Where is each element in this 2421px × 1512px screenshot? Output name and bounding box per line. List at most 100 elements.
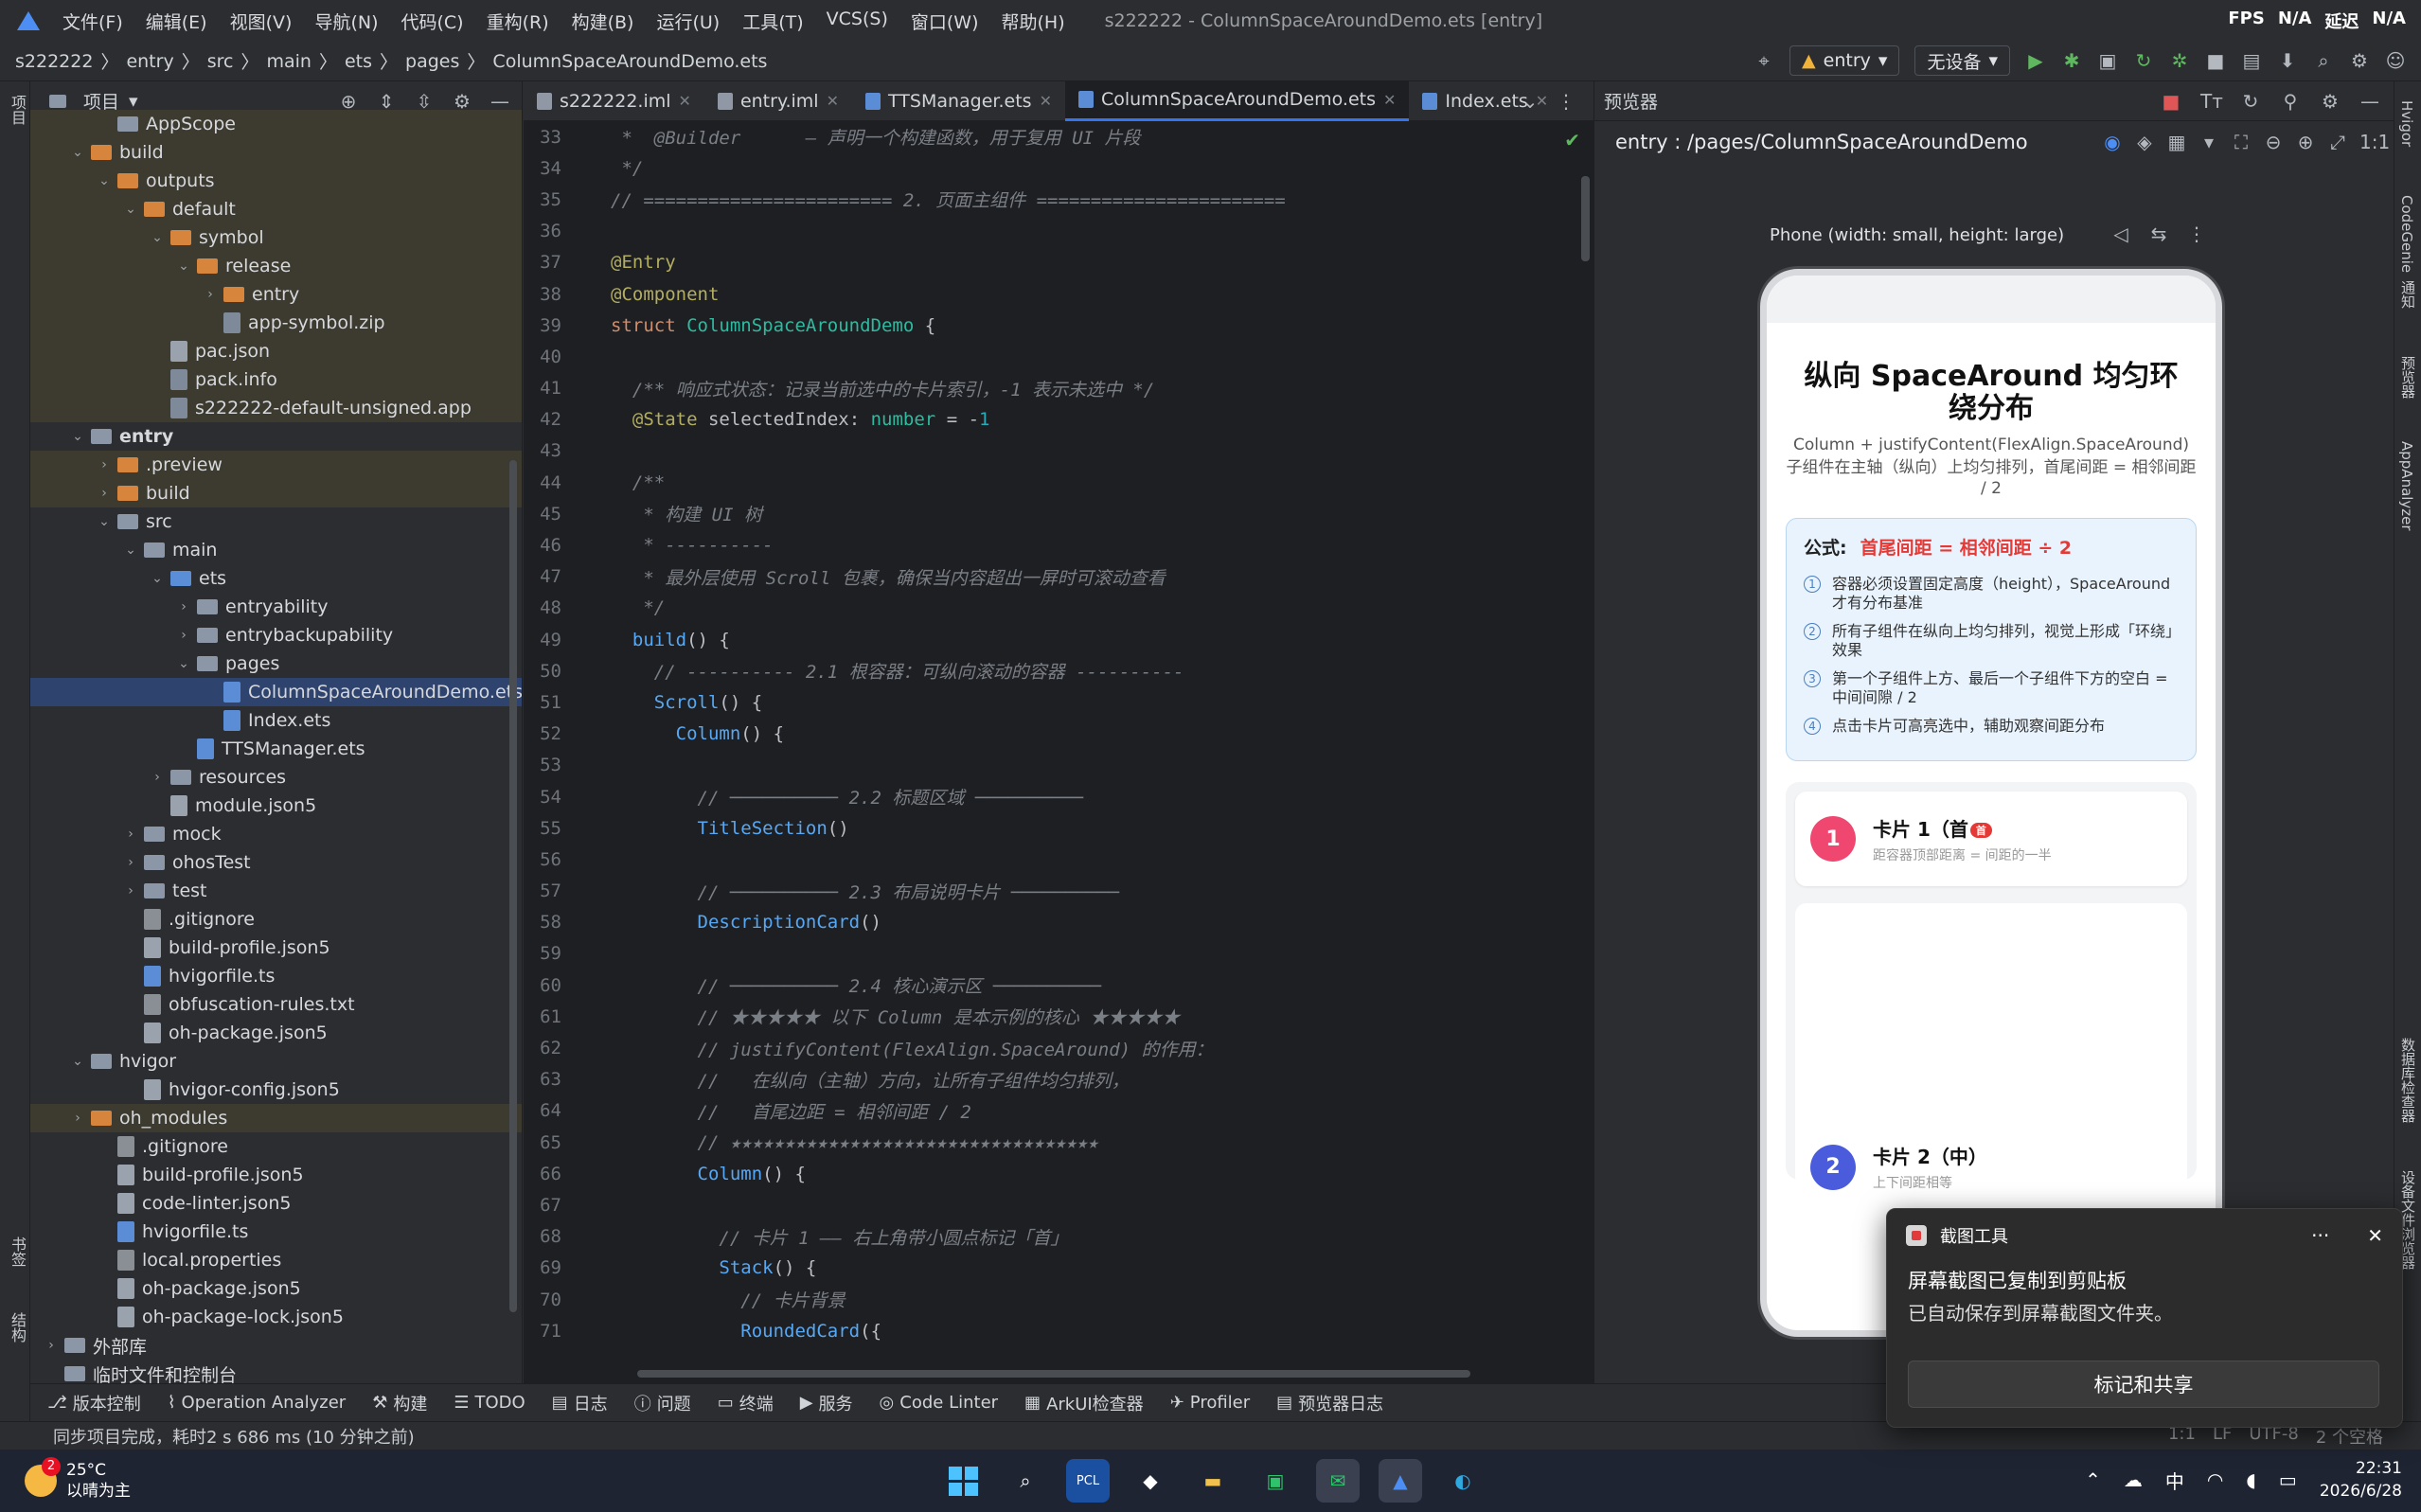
search-icon[interactable]: ⌕ [1004, 1459, 1047, 1503]
device-manager-icon[interactable]: ▤ [2241, 50, 2262, 71]
start-icon[interactable] [941, 1459, 985, 1503]
module-selector[interactable]: ▲ entry ▾ [1789, 45, 1900, 76]
right-tool-button[interactable]: AppAnalyzer [2398, 441, 2415, 531]
editor-tab[interactable]: s222222.iml ✕ [524, 81, 704, 121]
menu-item[interactable]: 窗口(W) [911, 9, 979, 34]
editor-vscrollbar[interactable] [1581, 176, 1590, 261]
wifi-icon[interactable]: ◠ [2207, 1468, 2223, 1491]
status-message[interactable]: 同步项目完成，耗时2 s 686 ms (10 分钟之前) [53, 1424, 415, 1449]
chevron-right-icon[interactable]: › [203, 287, 218, 302]
tree-item[interactable]: Index.ets [30, 706, 522, 735]
deveco-taskbar-icon[interactable]: ▲ [1379, 1459, 1422, 1503]
breadcrumb-item[interactable]: ets [345, 51, 372, 72]
structure-tool-button[interactable]: 结构 [6, 1312, 28, 1343]
back-icon[interactable]: ◁ [2110, 223, 2131, 244]
more-icon[interactable]: ⋮ [2186, 223, 2207, 244]
account-icon[interactable]: ☺ [2385, 50, 2406, 71]
zoom-out-icon[interactable]: ⊖ [2263, 132, 2284, 152]
tree-item[interactable]: oh-package.json5 [30, 1019, 522, 1047]
project-tool-button[interactable]: 项目 [6, 95, 28, 125]
zoom-in-icon[interactable]: ⊕ [2295, 132, 2316, 152]
clock[interactable]: 22:31 2026/6/28 [2320, 1457, 2402, 1503]
tree-item[interactable]: ⌄ hvigor [30, 1047, 522, 1076]
menu-item[interactable]: 重构(R) [487, 9, 549, 34]
chevron-right-icon[interactable]: › [176, 628, 191, 643]
gear-icon[interactable]: ⚙ [2320, 91, 2341, 112]
close-tab-icon[interactable]: ✕ [827, 92, 839, 110]
breadcrumb-item[interactable]: pages [405, 51, 459, 72]
chevron-right-icon[interactable]: › [123, 883, 138, 898]
store-app-icon[interactable]: ▣ [1254, 1459, 1297, 1503]
tree-item[interactable]: › ohosTest [30, 848, 522, 877]
bottom-tool-button[interactable]: ◎ Code Linter [880, 1393, 999, 1413]
tree-item[interactable]: ⌄ build [30, 138, 522, 167]
tree-item[interactable]: ⌄ pages [30, 649, 522, 678]
tree-item[interactable]: ⌄ ets [30, 564, 522, 593]
bottom-tool-button[interactable]: ⚒ 构建 [372, 1391, 427, 1415]
bottom-tool-button[interactable]: ✈ Profiler [1170, 1393, 1250, 1413]
tree-item[interactable]: › resources [30, 763, 522, 792]
edge-browser-icon[interactable]: ◐ [1441, 1459, 1485, 1503]
tree-item[interactable]: pack.info [30, 365, 522, 394]
right-tool-button[interactable]: 通知 [2398, 280, 2418, 309]
wechat-icon[interactable]: ✉ [1316, 1459, 1360, 1503]
chevron-down-icon[interactable]: ⌄ [97, 514, 112, 529]
breadcrumb-item[interactable]: s222222 [15, 51, 93, 72]
card-2[interactable]: 2 卡片 2（中） 上下间距相等 [1810, 1142, 1987, 1192]
menu-item[interactable]: 构建(B) [572, 9, 634, 34]
run-icon[interactable]: ▶ [2025, 50, 2046, 71]
fullscreen-icon[interactable]: ⤢ [2327, 132, 2348, 152]
tree-item[interactable]: s222222-default-unsigned.app [30, 394, 522, 422]
editor-tab[interactable]: entry.iml ✕ [704, 81, 852, 121]
hide-icon[interactable]: — [490, 91, 510, 112]
bookmarks-tool-button[interactable]: 书签 [6, 1236, 28, 1267]
close-icon[interactable]: ✕ [2367, 1224, 2383, 1247]
fit-icon[interactable]: ⛶ [2231, 132, 2252, 152]
tree-item[interactable]: AppScope [30, 110, 522, 138]
battery-icon[interactable]: ▭ [2279, 1468, 2297, 1491]
weather-widget[interactable]: 2 25°C 以晴为主 [25, 1457, 131, 1502]
right-tool-button[interactable]: Hvigor [2398, 100, 2415, 147]
expand-all-icon[interactable]: ⇕ [376, 91, 397, 112]
menu-item[interactable]: 代码(C) [401, 9, 463, 34]
tree-item[interactable]: ColumnSpaceAroundDemo.ets [30, 678, 522, 706]
actual-size-icon[interactable]: 1:1 [2359, 132, 2390, 152]
markup-share-button[interactable]: 标记和共享 [1908, 1361, 2379, 1408]
tree-item[interactable]: oh-package.json5 [30, 1274, 522, 1303]
tree-item[interactable]: › build [30, 479, 522, 507]
tree-item[interactable]: ⌄ release [30, 252, 522, 280]
chevron-right-icon[interactable]: › [44, 1338, 59, 1353]
chevron-right-icon[interactable]: › [123, 827, 138, 842]
more-icon[interactable]: ⋮ [1556, 91, 1576, 112]
tree-item[interactable]: local.properties [30, 1246, 522, 1274]
chevron-down-icon[interactable]: ⌄ [70, 429, 85, 444]
tree-item[interactable]: pac.json [30, 337, 522, 365]
bottom-tool-button[interactable]: ☰ TODO [454, 1393, 525, 1413]
chevron-down-icon[interactable]: ⌄ [150, 571, 165, 586]
bottom-tool-button[interactable]: ⌇ Operation Analyzer [168, 1393, 346, 1413]
settings-icon[interactable]: ⚙ [2349, 50, 2370, 71]
volume-icon[interactable]: ◖ [2246, 1468, 2256, 1491]
code-area[interactable]: 33 * @Builder — 声明一个构建函数，用于复用 UI 片段 34 */… [524, 121, 1593, 1383]
tree-item[interactable]: › 外部库 [30, 1331, 522, 1360]
tree-item[interactable]: .gitignore [30, 1132, 522, 1161]
chevron-down-icon[interactable]: ⌄ [176, 258, 191, 274]
chevron-right-icon[interactable]: › [97, 486, 112, 501]
pcl-app-icon[interactable]: PCL [1066, 1459, 1110, 1503]
hide-icon[interactable]: — [2359, 91, 2380, 112]
tree-item[interactable]: build-profile.json5 [30, 934, 522, 962]
inspection-ok-icon[interactable]: ✔ [1564, 129, 1580, 151]
chevron-down-icon[interactable]: ⌄ [70, 1054, 85, 1069]
deveco-logo-icon[interactable] [15, 8, 42, 34]
chevron-down-icon[interactable]: ⌄ [70, 145, 85, 160]
chevron-right-icon[interactable]: › [123, 855, 138, 870]
tree-item[interactable]: build-profile.json5 [30, 1161, 522, 1189]
device-selector[interactable]: 无设备 ▾ [1914, 45, 2010, 76]
inspector-icon[interactable]: ◉ [2102, 132, 2123, 152]
tree-item[interactable]: hvigorfile.ts [30, 1218, 522, 1246]
tree-item[interactable]: › entryability [30, 593, 522, 621]
chevron-right-icon[interactable]: › [176, 599, 191, 614]
file-explorer-icon[interactable]: ▬ [1191, 1459, 1235, 1503]
target-icon[interactable]: ⌖ [1753, 50, 1774, 71]
tree-item[interactable]: › oh_modules [30, 1104, 522, 1132]
